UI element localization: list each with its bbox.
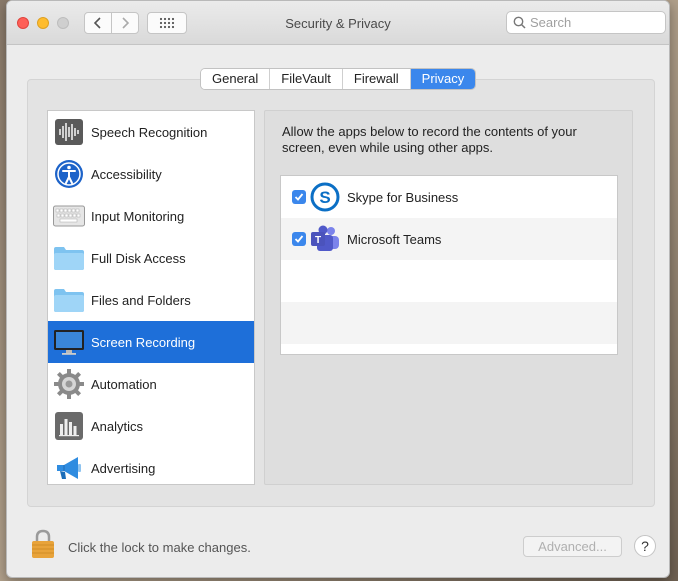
megaphone-icon: [52, 451, 86, 485]
category-label: Advertising: [91, 460, 156, 476]
gear-icon: [52, 367, 86, 401]
category-label: Files and Folders: [91, 292, 191, 308]
category-label: Accessibility: [91, 166, 162, 182]
pane-description: Allow the apps below to record the conte…: [282, 124, 577, 155]
skype-icon: S: [309, 181, 341, 213]
folder-icon: [52, 241, 86, 275]
tab-general[interactable]: General: [201, 69, 271, 89]
category-analytics[interactable]: Analytics: [48, 405, 254, 447]
display-icon: [52, 325, 86, 359]
category-full-disk-access[interactable]: Full Disk Access: [48, 237, 254, 279]
app-checkbox[interactable]: [292, 232, 306, 246]
category-label: Analytics: [91, 418, 144, 434]
bar-chart-icon: [52, 409, 86, 443]
list-item-microsoft-teams: T Microsoft Teams: [281, 218, 617, 260]
waveform-icon: [52, 115, 86, 149]
category-label: Full Disk Access: [91, 250, 186, 266]
app-label: Microsoft Teams: [347, 231, 442, 247]
title-bar: Security & Privacy: [7, 1, 669, 45]
category-speech-recognition[interactable]: Speech Recognition: [48, 111, 254, 153]
search-field[interactable]: [506, 11, 666, 34]
lock-icon[interactable]: [31, 529, 55, 559]
lock-message: Click the lock to make changes.: [68, 540, 251, 555]
folder-icon: [52, 283, 86, 317]
list-item-skype-for-business: S Skype for Business: [281, 176, 617, 218]
checkmark-icon: [294, 235, 304, 243]
category-screen-recording[interactable]: Screen Recording: [48, 321, 254, 363]
category-label: Input Monitoring: [91, 208, 185, 224]
category-input-monitoring[interactable]: Input Monitoring: [48, 195, 254, 237]
search-icon: [513, 16, 526, 29]
preferences-window: Security & Privacy General FileVault Fir…: [6, 0, 670, 578]
app-checkbox[interactable]: [292, 190, 306, 204]
checkmark-icon: [294, 193, 304, 201]
accessibility-icon: [52, 157, 86, 191]
app-list: S Skype for Business T Microsoft Teams: [280, 175, 618, 355]
category-label: Speech Recognition: [91, 124, 208, 140]
category-automation[interactable]: Automation: [48, 363, 254, 405]
category-advertising[interactable]: Advertising: [48, 447, 254, 489]
svg-text:T: T: [315, 235, 321, 246]
advanced-button[interactable]: Advanced...: [523, 536, 622, 557]
category-files-and-folders[interactable]: Files and Folders: [48, 279, 254, 321]
tab-privacy[interactable]: Privacy: [410, 69, 476, 89]
search-input[interactable]: [530, 15, 650, 30]
teams-icon: T: [309, 223, 341, 255]
empty-row: [281, 260, 617, 302]
category-accessibility[interactable]: Accessibility: [48, 153, 254, 195]
tab-filevault[interactable]: FileVault: [270, 69, 343, 89]
svg-text:S: S: [319, 188, 330, 207]
keyboard-icon: [52, 199, 86, 233]
category-list: Speech Recognition Accessibility Input M…: [47, 110, 255, 485]
tab-firewall[interactable]: Firewall: [342, 69, 411, 89]
screen-recording-pane: Allow the apps below to record the conte…: [264, 110, 633, 485]
category-label: Automation: [91, 376, 157, 392]
category-label: Screen Recording: [91, 334, 196, 350]
tab-bar: General FileVault Firewall Privacy: [200, 68, 477, 90]
app-label: Skype for Business: [347, 189, 459, 205]
empty-row: [281, 302, 617, 344]
help-button[interactable]: ?: [634, 535, 656, 557]
